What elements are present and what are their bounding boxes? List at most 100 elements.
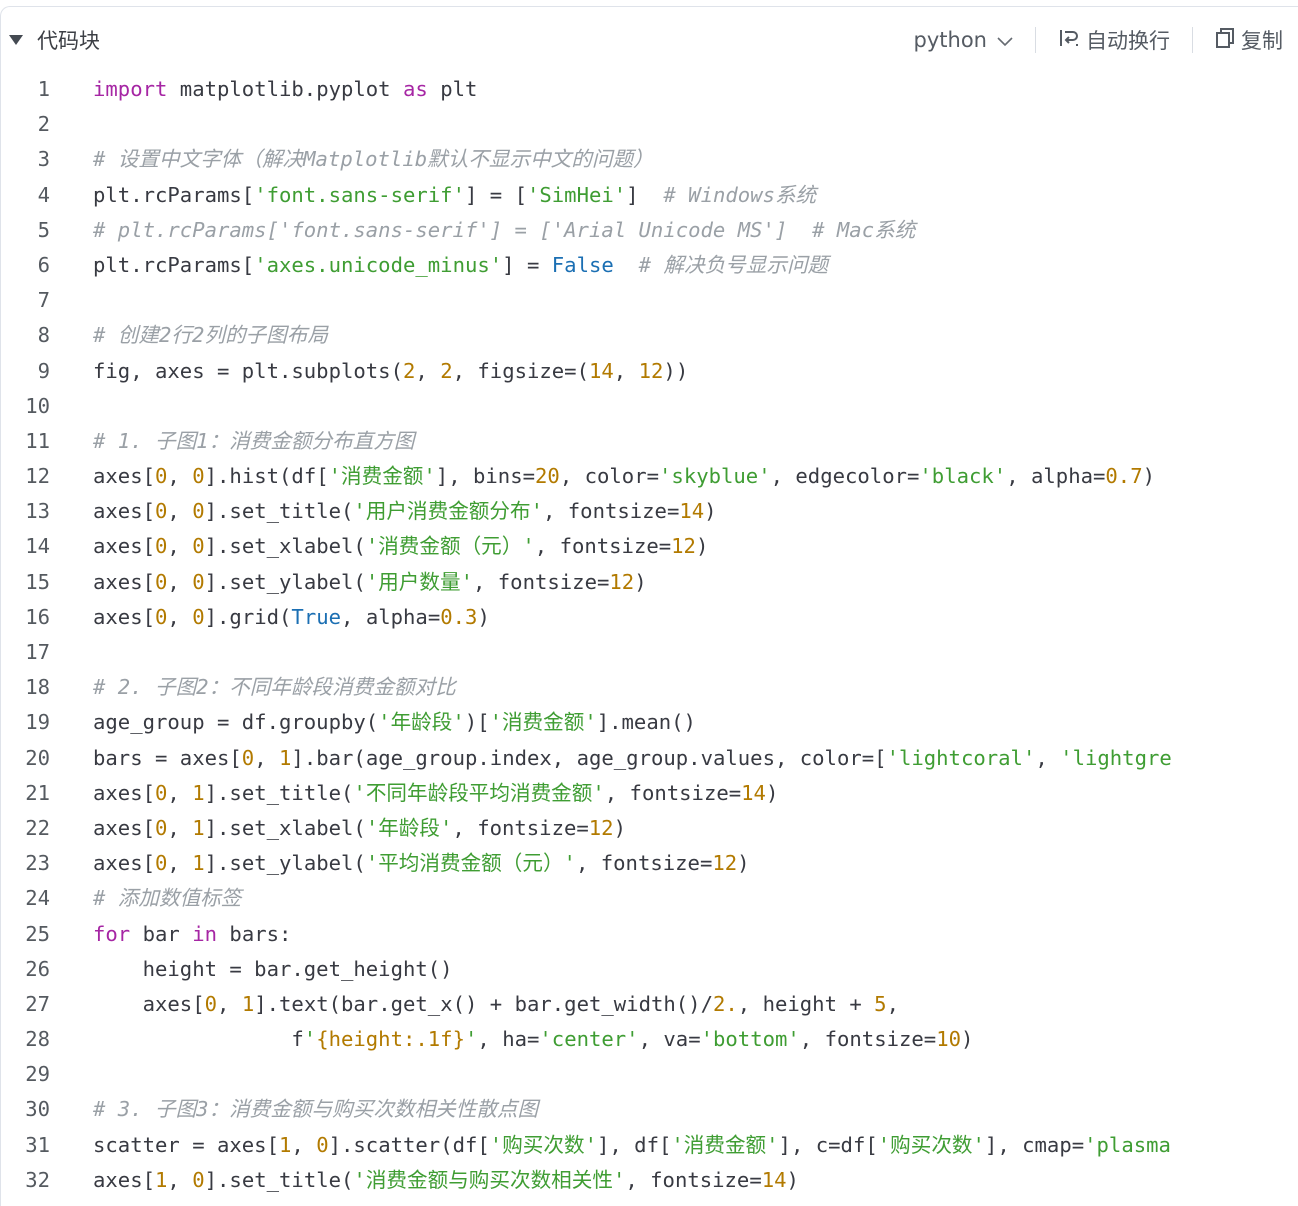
code-token: ] [626,182,664,207]
code-line: 7 [1,283,1298,318]
code-token: axes[ [93,499,155,524]
copy-button[interactable]: 复制 [1215,25,1283,55]
code-token: '消费金额' [489,710,597,735]
collapse-toggle[interactable]: 代码块 [9,25,100,55]
code-token: True [291,604,342,629]
code-token: ) [1142,464,1156,489]
code-token: , [291,1132,317,1157]
code-token: 0 [155,569,168,594]
code-token: , [886,991,899,1016]
code-token: , alpha= [1006,464,1106,489]
code-token: 0 [192,1167,205,1192]
code-area[interactable]: 1 import matplotlib.pyplot as plt 2 3 # 设置中文… [1,72,1298,1198]
code-token: 2 [440,358,453,383]
code-block-header: 代码块 python 自动换行 复制 [1,7,1298,73]
code-token: , [254,745,280,770]
line-number: 26 [25,956,50,981]
code-token: ' [303,1027,317,1052]
code-line: 28 f'{height:.1f}', ha='center', va='bot… [1,1022,1298,1057]
code-token: False [551,252,614,277]
code-text: axes[0, 0].grid(True, alpha=0.3) [93,600,490,635]
code-token: 1 [279,745,292,770]
code-token: in [192,921,218,946]
code-token: '消费金额（元）' [365,534,535,559]
code-block-label: 代码块 [37,29,100,53]
code-token: 1 [192,780,205,805]
code-line: 5 # plt.rcParams['font.sans-serif'] = ['A… [1,213,1298,248]
code-token: ] = [502,252,552,277]
code-token: ].hist(df[ [204,464,329,489]
code-token: ) [786,1167,799,1192]
code-token: 0 [316,1132,329,1157]
copy-label: 复制 [1241,29,1283,53]
code-token: 0 [192,534,205,559]
code-token: # 设置中文字体（解决Matplotlib默认不显示中文的问题） [93,147,654,172]
code-token: ], bins= [435,464,535,489]
code-text: axes[0, 1].set_xlabel('年龄段', fontsize=12… [93,811,626,846]
code-token: height = bar.get_height() [93,956,453,981]
code-token: # 2. 子图2：不同年龄段消费金额对比 [93,675,456,700]
code-token: ) [765,780,779,805]
code-token: ].set_title( [204,780,354,805]
code-token: axes[ [93,991,205,1016]
line-number: 30 [25,1097,50,1122]
code-token: 'lightcoral' [886,745,1036,770]
line-number: 4 [37,182,50,207]
line-number: 9 [37,358,50,383]
code-token: , va= [638,1027,701,1052]
code-token: axes[ [93,569,155,594]
caret-down-icon [9,35,23,45]
code-text: # 设置中文字体（解决Matplotlib默认不显示中文的问题） [93,142,654,177]
line-number: 6 [37,252,50,277]
code-text: axes[0, 0].set_ylabel('用户数量', fontsize=1… [93,565,647,600]
code-token: 0 [192,569,205,594]
code-line: 3 # 设置中文字体（解决Matplotlib默认不显示中文的问题） [1,142,1298,177]
code-token: , height + [737,991,875,1016]
code-token: axes[ [93,851,155,876]
code-token: 14 [761,1167,787,1192]
code-token: axes[ [93,604,155,629]
code-text: # 2. 子图2：不同年龄段消费金额对比 [93,670,456,705]
code-line: 18 # 2. 子图2：不同年龄段消费金额对比 [1,670,1298,705]
line-number: 3 [37,147,50,172]
code-token: 14 [588,358,614,383]
code-token: , fontsize= [542,499,680,524]
code-text: axes[0, 1].set_title('不同年龄段平均消费金额', font… [93,776,778,811]
code-token: # 3. 子图3：消费金额与购买次数相关性散点图 [93,1097,539,1122]
code-line: 4 plt.rcParams['font.sans-serif'] = ['Sim… [1,178,1298,213]
code-text: # 添加数值标签 [93,881,241,916]
code-token: , fontsize= [604,780,742,805]
code-token: 0.3 [440,604,478,629]
line-number: 28 [25,1027,50,1052]
wrap-icon [1058,27,1086,54]
code-token: ].set_title( [204,499,354,524]
line-number: 8 [37,323,50,348]
language-select[interactable]: python [914,28,1013,52]
code-text: # 创建2行2列的子图布局 [93,318,328,353]
code-token: 1 [192,851,205,876]
line-number: 7 [37,288,50,313]
code-token: ].grid( [204,604,292,629]
code-text: # 1. 子图1：消费金额分布直方图 [93,424,415,459]
wrap-button[interactable]: 自动换行 [1058,25,1170,55]
code-line: 21 axes[0, 1].set_title('不同年龄段平均消费金额', fo… [1,776,1298,811]
code-token: 12 [671,534,696,559]
code-line: 11 # 1. 子图1：消费金额分布直方图 [1,424,1298,459]
code-token: ].set_title( [204,1167,354,1192]
code-token: 0 [192,604,205,629]
code-token: axes[ [93,815,155,840]
line-number: 22 [25,815,50,840]
code-text: age_group = df.groupby('年龄段')['消费金额'].me… [93,705,696,740]
code-toolbar: python 自动换行 复制 [914,25,1283,55]
code-token: bars: [217,921,292,946]
line-number: 12 [25,464,50,489]
line-number: 17 [25,640,50,664]
code-token: ], df[ [596,1132,672,1157]
code-token: ], c=df[ [778,1132,878,1157]
code-token: , [167,1167,193,1192]
chevron-down-icon [997,28,1013,52]
code-token: 0 [155,604,168,629]
code-token: ].mean() [596,710,696,735]
code-token: ) [961,1027,974,1052]
